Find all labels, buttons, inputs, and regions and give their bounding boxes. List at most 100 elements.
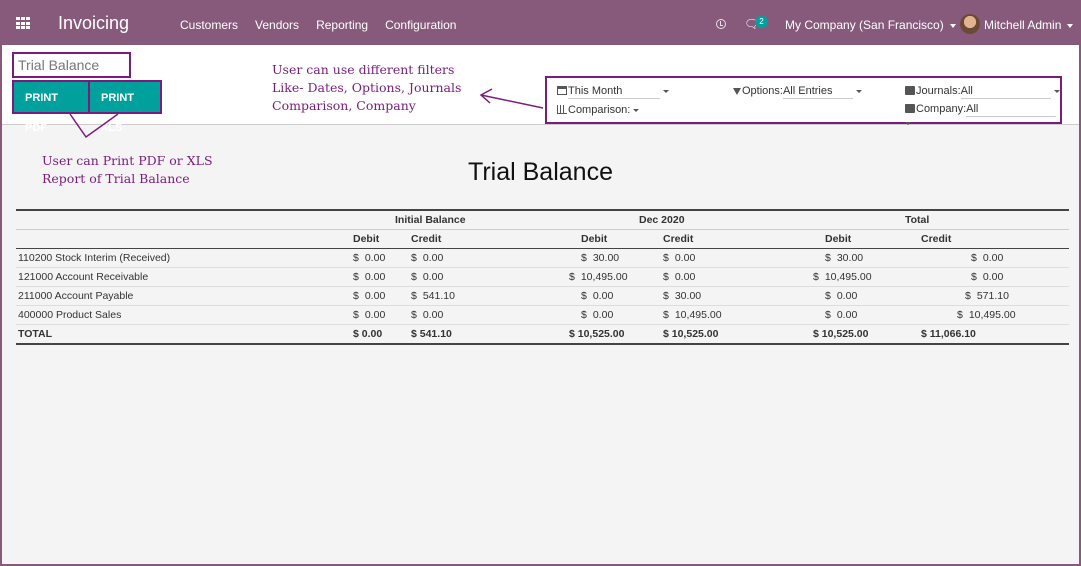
currency-symbol: $ — [813, 271, 819, 283]
amount-value: 10,495.00 — [674, 309, 722, 321]
account-name[interactable]: 121000 Account Receivable — [16, 267, 351, 287]
col-debit: Debit — [351, 229, 403, 249]
arrow-line — [480, 94, 544, 109]
amount-value: 10,495.00 — [824, 271, 872, 283]
amount-value: 0.00 — [422, 252, 444, 264]
amount-cell: $30.00 — [633, 286, 803, 306]
amount-value: 30.00 — [592, 252, 620, 264]
amount-value: 0.00 — [364, 290, 386, 302]
amount-cell: $0.00 — [633, 267, 803, 287]
currency-symbol: $ — [825, 309, 831, 321]
callout-pointer — [69, 113, 119, 139]
group-total: Total — [803, 209, 1069, 230]
currency-symbol: $ — [411, 271, 417, 283]
amount-cell: $0.00 — [351, 267, 403, 287]
currency-symbol: $ — [581, 252, 587, 264]
amount-value: 0.00 — [364, 271, 386, 283]
group-dec-2020: Dec 2020 — [551, 209, 803, 230]
col-debit: Debit — [551, 229, 633, 249]
total-cell: $ 10,525.00 — [803, 324, 905, 345]
group-initial-balance: Initial Balance — [351, 209, 551, 230]
amount-cell: $0.00 — [403, 248, 551, 268]
amount-value: 0.00 — [836, 309, 858, 321]
currency-symbol: $ — [581, 290, 587, 302]
amount-value: 0.00 — [422, 271, 444, 283]
amount-value: 30.00 — [674, 290, 702, 302]
amount-cell: $0.00 — [803, 286, 905, 306]
currency-symbol: $ — [663, 309, 669, 321]
amount-value: 571.10 — [976, 290, 1009, 302]
amount-value: 10,495.00 — [580, 271, 628, 283]
amount-cell: $10,495.00 — [551, 267, 633, 287]
currency-symbol: $ — [825, 252, 831, 264]
amount-value: 0.00 — [982, 252, 1004, 264]
amount-cell: $0.00 — [551, 286, 633, 306]
amount-value: 10,495.00 — [968, 309, 1016, 321]
total-cell: $ 541.10 — [403, 324, 551, 345]
amount-cell: $30.00 — [803, 248, 905, 268]
amount-cell: $0.00 — [551, 305, 633, 325]
table-row[interactable]: 110200 Stock Interim (Received) $0.00 $0… — [16, 248, 1069, 268]
currency-symbol: $ — [353, 309, 359, 321]
total-cell: $ 10,525.00 — [633, 324, 803, 345]
report-title: Trial Balance — [468, 158, 613, 186]
currency-symbol: $ — [663, 252, 669, 264]
account-name[interactable]: 211000 Account Payable — [16, 286, 351, 306]
amount-value: 0.00 — [592, 290, 614, 302]
amount-value: 0.00 — [836, 290, 858, 302]
trial-balance-table: Initial Balance Dec 2020 Total Debit Cre… — [16, 209, 1069, 345]
total-cell: $ 0.00 — [351, 324, 403, 345]
amount-value: 30.00 — [836, 252, 864, 264]
col-credit: Credit — [633, 229, 803, 249]
currency-symbol: $ — [569, 271, 575, 283]
col-debit: Debit — [803, 229, 905, 249]
amount-cell: $0.00 — [351, 248, 403, 268]
amount-cell: $0.00 — [905, 248, 1069, 268]
total-label: TOTAL — [16, 324, 351, 345]
amount-cell: $0.00 — [351, 305, 403, 325]
amount-cell: $10,495.00 — [905, 305, 1069, 325]
currency-symbol: $ — [663, 271, 669, 283]
app-frame: Invoicing Customers Vendors Reporting Co… — [2, 2, 1079, 564]
currency-symbol: $ — [353, 290, 359, 302]
currency-symbol: $ — [353, 271, 359, 283]
table-row[interactable]: 400000 Product Sales $0.00 $0.00 $0.00 $… — [16, 305, 1069, 325]
amount-cell: $0.00 — [905, 267, 1069, 287]
amount-value: 0.00 — [364, 309, 386, 321]
account-name[interactable]: 110200 Stock Interim (Received) — [16, 248, 351, 268]
table-row[interactable]: 211000 Account Payable $0.00 $541.10 $0.… — [16, 286, 1069, 306]
amount-value: 0.00 — [674, 252, 696, 264]
currency-symbol: $ — [965, 290, 971, 302]
amount-cell: $0.00 — [403, 305, 551, 325]
currency-symbol: $ — [411, 309, 417, 321]
currency-symbol: $ — [353, 252, 359, 264]
amount-value: 0.00 — [674, 271, 696, 283]
amount-value: 541.10 — [422, 290, 455, 302]
amount-value: 0.00 — [422, 309, 444, 321]
amount-value: 0.00 — [364, 252, 386, 264]
amount-cell: $0.00 — [803, 305, 905, 325]
currency-symbol: $ — [663, 290, 669, 302]
account-name[interactable]: 400000 Product Sales — [16, 305, 351, 325]
currency-symbol: $ — [825, 290, 831, 302]
currency-symbol: $ — [971, 252, 977, 264]
amount-value: 0.00 — [592, 309, 614, 321]
total-cell: $ 10,525.00 — [551, 324, 633, 345]
amount-cell: $0.00 — [351, 286, 403, 306]
total-cell: $ 11,066.10 — [905, 324, 1069, 345]
amount-cell: $0.00 — [633, 248, 803, 268]
currency-symbol: $ — [957, 309, 963, 321]
table-row[interactable]: 121000 Account Receivable $0.00 $0.00 $1… — [16, 267, 1069, 287]
amount-cell: $541.10 — [403, 286, 551, 306]
amount-cell: $10,495.00 — [633, 305, 803, 325]
col-credit: Credit — [905, 229, 1069, 249]
col-credit: Credit — [403, 229, 551, 249]
amount-value: 0.00 — [982, 271, 1004, 283]
amount-cell: $10,495.00 — [803, 267, 905, 287]
amount-cell: $30.00 — [551, 248, 633, 268]
currency-symbol: $ — [411, 252, 417, 264]
currency-symbol: $ — [971, 271, 977, 283]
total-row: TOTAL $ 0.00 $ 541.10 $ 10,525.00 $ 10,5… — [16, 324, 1069, 345]
amount-cell: $0.00 — [403, 267, 551, 287]
currency-symbol: $ — [411, 290, 417, 302]
